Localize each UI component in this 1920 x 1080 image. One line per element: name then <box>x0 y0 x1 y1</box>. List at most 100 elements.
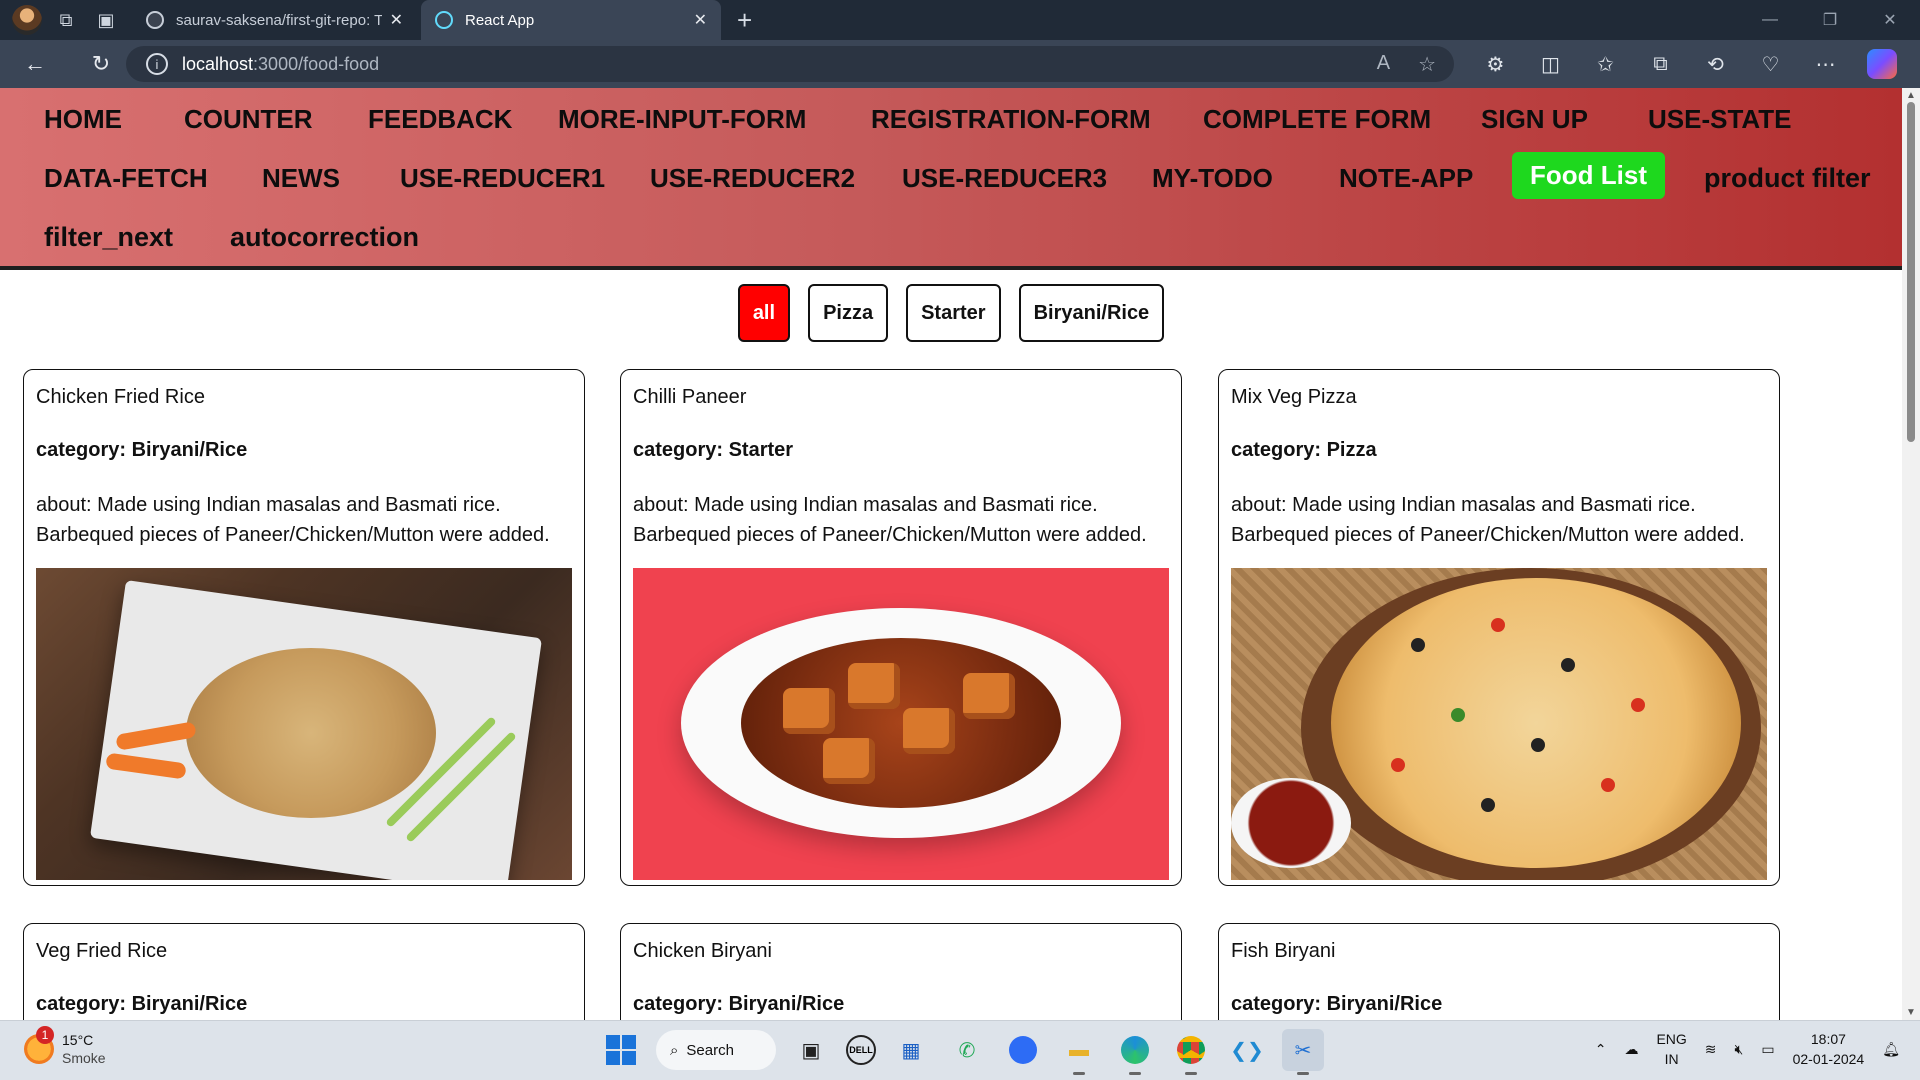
nav-use-reducer1[interactable]: USE-REDUCER1 <box>400 163 605 194</box>
notification-badge: 1 <box>36 1026 54 1044</box>
nav-use-reducer3[interactable]: USE-REDUCER3 <box>902 163 1107 194</box>
food-name: Chicken Biryani <box>633 940 772 962</box>
chrome-icon[interactable] <box>1170 1029 1212 1075</box>
tab-react-app[interactable]: React App ✕ <box>421 0 721 40</box>
read-aloud-icon[interactable]: A <box>1377 52 1390 77</box>
system-tray: ⌃ ☁ ENG IN ≋ 🔇︎ ▭ 18:07 02-01-2024 🔔︎ <box>1595 1029 1900 1069</box>
clock[interactable]: 18:07 02-01-2024 <box>1793 1029 1865 1069</box>
filter-pizza-button[interactable]: Pizza <box>808 284 889 342</box>
nav-news[interactable]: NEWS <box>262 163 340 194</box>
weather-desc: Smoke <box>62 1050 106 1066</box>
split-screen-icon[interactable]: ◫ <box>1523 52 1578 77</box>
nav-note-app[interactable]: NOTE-APP <box>1339 163 1473 194</box>
food-about: about: Made using Indian masalas and Bas… <box>1231 494 1745 546</box>
nav-my-todo[interactable]: MY-TODO <box>1152 163 1273 194</box>
taskbar-apps: ⌕ Search ▣ DELL ▦ ✆ ▬ ❮❯ ✂ <box>600 1029 1324 1075</box>
new-tab-icon[interactable]: + <box>737 5 752 36</box>
nav-sign-up[interactable]: SIGN UP <box>1481 104 1588 135</box>
weather-icon: 1 <box>24 1026 54 1064</box>
food-about: about: Made using Indian masalas and Bas… <box>36 494 550 546</box>
vscode-icon[interactable]: ❮❯ <box>1226 1029 1268 1071</box>
nav-autocorrection[interactable]: autocorrection <box>230 222 419 253</box>
food-card: Fish Biryani category: Biryani/Rice <box>1218 923 1780 1020</box>
react-icon <box>435 11 453 29</box>
food-card: Chicken Fried Rice category: Biryani/Ric… <box>23 369 585 886</box>
minimize-icon[interactable]: — <box>1740 11 1800 29</box>
nav-registration-form[interactable]: REGISTRATION-FORM <box>871 104 1151 135</box>
scrollbar-thumb[interactable] <box>1907 102 1915 442</box>
nav-use-state[interactable]: USE-STATE <box>1648 104 1791 135</box>
app-navbar: HOME COUNTER FEEDBACK MORE-INPUT-FORM RE… <box>0 88 1902 270</box>
file-explorer-icon[interactable]: ▬ <box>1058 1029 1100 1075</box>
close-window-icon[interactable]: ✕ <box>1860 10 1920 30</box>
notifications-bell-icon[interactable]: 🔔︎ <box>1882 1041 1900 1058</box>
scroll-up-icon[interactable]: ▲ <box>1906 90 1916 101</box>
snipping-tool-icon[interactable]: ✂ <box>1282 1029 1324 1075</box>
more-options-icon[interactable]: ⋯ <box>1798 52 1853 77</box>
filter-all-button[interactable]: all <box>737 284 791 342</box>
history-icon[interactable]: ⟲ <box>1688 52 1743 77</box>
nav-filter-next[interactable]: filter_next <box>44 222 173 253</box>
favorite-star-icon[interactable]: ☆ <box>1418 52 1436 77</box>
nav-feedback[interactable]: FEEDBACK <box>368 104 512 135</box>
zoom-icon[interactable] <box>1002 1029 1044 1071</box>
whatsapp-icon[interactable]: ✆ <box>946 1029 988 1071</box>
refresh-icon[interactable]: ↻ <box>78 44 124 84</box>
dell-icon[interactable]: DELL <box>846 1035 876 1065</box>
back-icon[interactable]: ← <box>12 44 58 84</box>
food-card: Chilli Paneer category: Starter about: M… <box>620 369 1182 886</box>
page-scrollbar[interactable]: ▲ ▼ <box>1902 88 1920 1020</box>
restore-icon[interactable]: ❐ <box>1800 10 1860 30</box>
edge-icon[interactable] <box>1114 1029 1156 1075</box>
wifi-icon[interactable]: ≋ <box>1705 1041 1717 1058</box>
fried-rice-image <box>36 568 572 880</box>
scroll-down-icon[interactable]: ▼ <box>1906 1007 1916 1018</box>
nav-product-filter[interactable]: product filter <box>1704 163 1871 194</box>
food-card: Chicken Biryani category: Biryani/Rice <box>620 923 1182 1020</box>
microsoft-store-icon[interactable]: ▦ <box>890 1029 932 1071</box>
chevron-up-icon[interactable]: ⌃ <box>1595 1041 1607 1058</box>
nav-home[interactable]: HOME <box>44 104 122 135</box>
workspaces-icon[interactable]: ⧉ <box>50 4 82 36</box>
performance-icon[interactable]: ♡ <box>1743 52 1798 77</box>
food-name: Fish Biryani <box>1231 940 1336 962</box>
site-info-icon[interactable]: i <box>146 53 168 75</box>
onedrive-icon[interactable]: ☁ <box>1624 1041 1638 1058</box>
food-name: Veg Fried Rice <box>36 940 168 962</box>
nav-more-input-form[interactable]: MORE-INPUT-FORM <box>558 104 806 135</box>
window-controls: — ❐ ✕ <box>1740 0 1920 40</box>
vertical-tabs-icon[interactable]: ▣ <box>90 4 122 36</box>
collections-icon[interactable]: ⧉ <box>1633 53 1688 76</box>
weather-widget[interactable]: 1 15°C Smoke <box>24 1026 106 1067</box>
nav-data-fetch[interactable]: DATA-FETCH <box>44 163 208 194</box>
nav-use-reducer2[interactable]: USE-REDUCER2 <box>650 163 855 194</box>
page-viewport: HOME COUNTER FEEDBACK MORE-INPUT-FORM RE… <box>0 88 1902 1020</box>
tab-label: React App <box>465 11 535 29</box>
profile-avatar[interactable] <box>12 5 42 35</box>
food-category: category: Biryani/Rice <box>36 439 248 461</box>
browser-tab-bar: ⧉ ▣ saurav-saksena/first-git-repo: Th ✕ … <box>0 0 1920 40</box>
search-label: Search <box>686 1041 734 1059</box>
filter-biryani-rice-button[interactable]: Biryani/Rice <box>1018 284 1165 342</box>
nav-food-list[interactable]: Food List <box>1512 152 1665 199</box>
extensions-icon[interactable]: ⚙ <box>1468 52 1523 77</box>
close-tab-icon[interactable]: ✕ <box>390 10 403 30</box>
filter-starter-button[interactable]: Starter <box>906 284 1001 342</box>
tab-github[interactable]: saurav-saksena/first-git-repo: Th ✕ <box>132 0 417 40</box>
task-view-icon[interactable]: ▣ <box>790 1029 832 1071</box>
url-field[interactable]: i localhost:3000/food-food A ☆ <box>126 46 1454 82</box>
nav-complete-form[interactable]: COMPLETE FORM <box>1203 104 1431 135</box>
windows-taskbar: 1 15°C Smoke ⌕ Search ▣ DELL ▦ ✆ ▬ ❮❯ ✂ … <box>0 1020 1920 1080</box>
taskbar-search[interactable]: ⌕ Search <box>656 1030 776 1070</box>
language-indicator[interactable]: ENG IN <box>1656 1029 1686 1069</box>
url-path: :3000/food-food <box>253 53 380 74</box>
food-category: category: Starter <box>633 439 794 461</box>
volume-mute-icon[interactable]: 🔇︎ <box>1735 1041 1744 1058</box>
windows-logo-icon <box>606 1035 636 1065</box>
close-tab-icon[interactable]: ✕ <box>694 10 707 30</box>
battery-icon[interactable]: ▭ <box>1761 1041 1774 1058</box>
copilot-icon[interactable] <box>1867 49 1897 79</box>
nav-counter[interactable]: COUNTER <box>184 104 313 135</box>
favorites-icon[interactable]: ✩ <box>1578 52 1633 77</box>
start-button[interactable] <box>600 1029 642 1071</box>
